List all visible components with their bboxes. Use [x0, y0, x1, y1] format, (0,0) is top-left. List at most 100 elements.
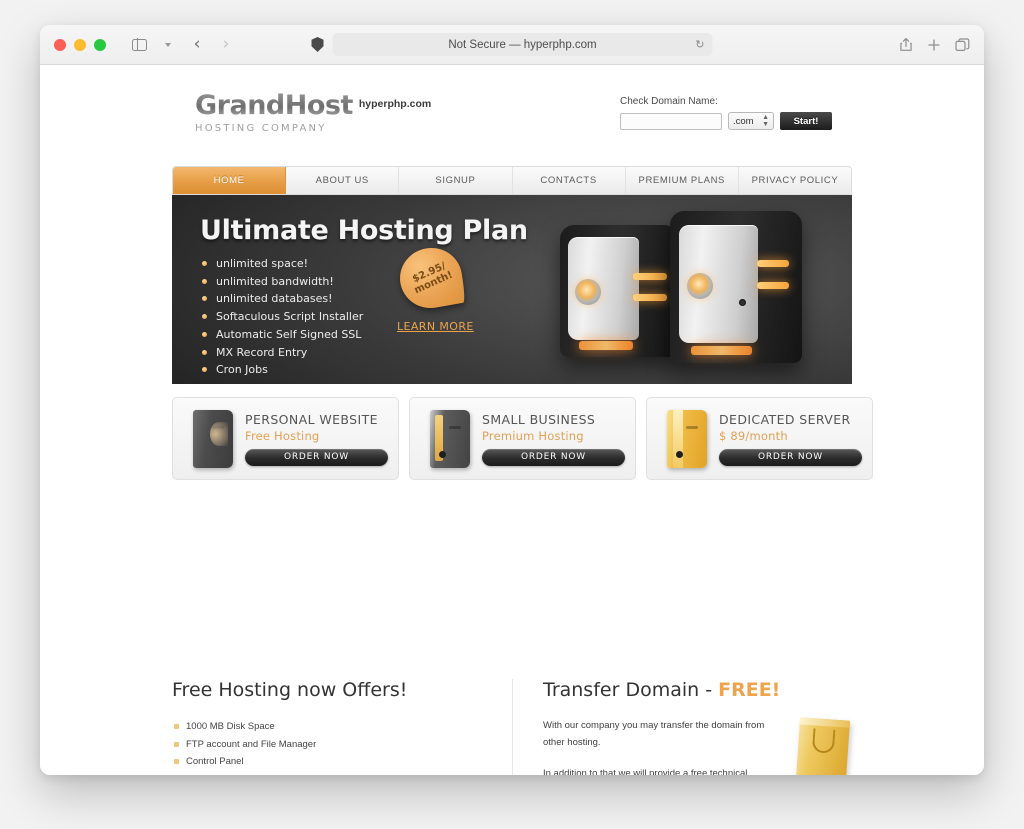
window-controls [54, 38, 106, 51]
page-viewport: GrandHost HOSTING COMPANY hyperphp.com C… [40, 65, 984, 775]
hero-feature-item: unlimited bandwidth! [200, 273, 852, 291]
nav-item-home[interactable]: HOME [173, 167, 287, 194]
nav-item-signup[interactable]: SIGNUP [399, 167, 513, 194]
price-badge: $2.95/ month! [395, 243, 467, 313]
plan-subtitle: Free Hosting [245, 428, 320, 443]
order-now-button[interactable]: ORDER NOW [245, 448, 388, 466]
back-button[interactable]: ‹ [184, 33, 210, 57]
plan-title: PERSONAL WEBSITE [245, 411, 378, 427]
close-window-button[interactable] [54, 38, 66, 51]
plan-card-personal-website[interactable]: PERSONAL WEBSITE Free Hosting ORDER NOW [172, 397, 399, 480]
transfer-title-accent: FREE! [718, 679, 781, 701]
transfer-paragraph-2: In addition to that we will provide a fr… [543, 768, 748, 775]
domain-start-button[interactable]: Start! [780, 112, 832, 130]
transfer-paragraph-1: With our company you may transfer the do… [543, 720, 765, 748]
domain-check-row: .com ▲ ▼ Start! [620, 112, 832, 130]
page-container: GrandHost HOSTING COMPANY hyperphp.com C… [172, 90, 873, 775]
url-text: Not Secure — hyperphp.com [448, 38, 597, 51]
order-now-button[interactable]: ORDER NOW [482, 448, 625, 466]
forward-icon: › [222, 34, 230, 54]
logo-main-text: GrandHost [195, 90, 353, 121]
hero-feature-item: Softaculous Script Installer [200, 308, 852, 326]
sidebar-dropdown-button[interactable] [155, 33, 181, 57]
site-logo[interactable]: GrandHost HOSTING COMPANY hyperphp.com [172, 90, 431, 134]
free-hosting-offers-section: Free Hosting now Offers! 1000 MB Disk Sp… [172, 679, 512, 775]
binder-notch [686, 425, 698, 429]
binder-hole [439, 450, 446, 458]
offers-list: 1000 MB Disk Space FTP account and File … [172, 718, 482, 771]
plan-thumbnail [420, 406, 476, 472]
minimize-window-button[interactable] [74, 38, 86, 51]
hero-feature-item: Automatic Self Signed SSL [200, 326, 852, 344]
share-icon[interactable] [899, 37, 913, 52]
new-tab-icon[interactable] [927, 38, 941, 52]
website-page: GrandHost HOSTING COMPANY hyperphp.com C… [40, 65, 984, 775]
nav-item-contacts[interactable]: CONTACTS [513, 167, 626, 194]
domain-name-input[interactable] [620, 112, 722, 130]
plan-card-body: PERSONAL WEBSITE Free Hosting ORDER NOW [239, 412, 388, 466]
offers-title: Free Hosting now Offers! [172, 679, 408, 701]
shopping-bag-icon [795, 717, 851, 775]
plan-card-body: DEDICATED SERVER $ 89/month ORDER NOW [713, 412, 862, 466]
navigation-controls: ‹ › [126, 33, 239, 57]
offers-list-item: FTP account and File Manager [172, 736, 482, 754]
toolbar-right-actions [899, 37, 970, 52]
forward-button[interactable]: › [213, 33, 239, 57]
offers-list-item: Control Panel [172, 753, 482, 771]
address-bar[interactable]: Not Secure — hyperphp.com ↻ [332, 33, 713, 56]
lower-sections: Free Hosting now Offers! 1000 MB Disk Sp… [172, 679, 852, 775]
nav-item-privacy-policy[interactable]: PRIVACY POLICY [739, 167, 851, 194]
sidebar-icon [131, 38, 147, 51]
hero-feature-list: unlimited space! unlimited bandwidth! un… [200, 255, 852, 379]
price-badge-text: $2.95/ month! [408, 260, 454, 297]
hero-feature-item: unlimited databases! [200, 290, 852, 308]
chevron-down-icon [165, 42, 171, 47]
binder-notch [212, 425, 224, 429]
main-navigation: HOME ABOUT US SIGNUP CONTACTS PREMIUM PL… [172, 166, 852, 195]
logo-domain-tag: hyperphp.com [358, 98, 432, 110]
transfer-title: Transfer Domain - FREE! [543, 679, 852, 701]
stepper-icon: ▲ ▼ [762, 114, 769, 128]
hero-feature-item: Cron Jobs [200, 361, 852, 379]
price-badge-area: $2.95/ month! LEARN MORE [395, 243, 474, 333]
hero-title: Ultimate Hosting Plan [200, 215, 528, 246]
tab-overview-icon[interactable] [955, 37, 970, 52]
transfer-domain-section: Transfer Domain - FREE! With our company… [512, 679, 852, 775]
maximize-window-button[interactable] [94, 38, 106, 51]
back-icon: ‹ [193, 34, 201, 54]
site-header: GrandHost HOSTING COMPANY hyperphp.com C… [172, 90, 852, 150]
binder-hole [676, 450, 683, 458]
browser-window: ‹ › Not Secure — hyperphp.com ↻ GrandHos… [40, 25, 984, 775]
plan-card-dedicated-server[interactable]: DEDICATED SERVER $ 89/month ORDER NOW [646, 397, 873, 480]
learn-more-link[interactable]: LEARN MORE [397, 320, 474, 333]
tld-select-value: .com [733, 115, 754, 127]
plan-card-body: SMALL BUSINESS Premium Hosting ORDER NOW [476, 412, 625, 466]
binder-gray-icon [430, 409, 470, 468]
reload-icon[interactable]: ↻ [695, 38, 704, 51]
plan-title: SMALL BUSINESS [482, 411, 596, 427]
hero-content: Ultimate Hosting Plan unlimited space! u… [172, 195, 852, 379]
nav-item-premium-plans[interactable]: PREMIUM PLANS [626, 167, 739, 194]
plan-cards: PERSONAL WEBSITE Free Hosting ORDER NOW [172, 397, 873, 480]
domain-check-label: Check Domain Name: [620, 96, 718, 107]
plan-card-small-business[interactable]: SMALL BUSINESS Premium Hosting ORDER NOW [409, 397, 636, 480]
tld-select[interactable]: .com ▲ ▼ [728, 112, 774, 130]
plan-subtitle: $ 89/month [719, 428, 788, 443]
nav-item-about-us[interactable]: ABOUT US [286, 167, 400, 194]
plan-thumbnail [657, 406, 713, 472]
transfer-title-plain: Transfer Domain - [543, 679, 719, 701]
hero-feature-item: unlimited space! [200, 255, 852, 273]
offers-list-item: 1000 MB Disk Space [172, 718, 482, 736]
binder-notch [449, 425, 461, 429]
hero-feature-item: MX Record Entry [200, 344, 852, 362]
plan-subtitle: Premium Hosting [482, 428, 584, 443]
order-now-button[interactable]: ORDER NOW [719, 448, 862, 466]
plan-title: DEDICATED SERVER [719, 411, 851, 427]
binder-yellow-icon [667, 409, 707, 468]
logo-subtitle: HOSTING COMPANY [195, 123, 327, 134]
sidebar-toggle-button[interactable] [126, 33, 152, 57]
privacy-shield-icon [311, 37, 324, 52]
hero-banner: Ultimate Hosting Plan unlimited space! u… [172, 195, 852, 384]
binder-dark-icon [193, 409, 233, 468]
address-bar-area: Not Secure — hyperphp.com ↻ [311, 33, 713, 56]
